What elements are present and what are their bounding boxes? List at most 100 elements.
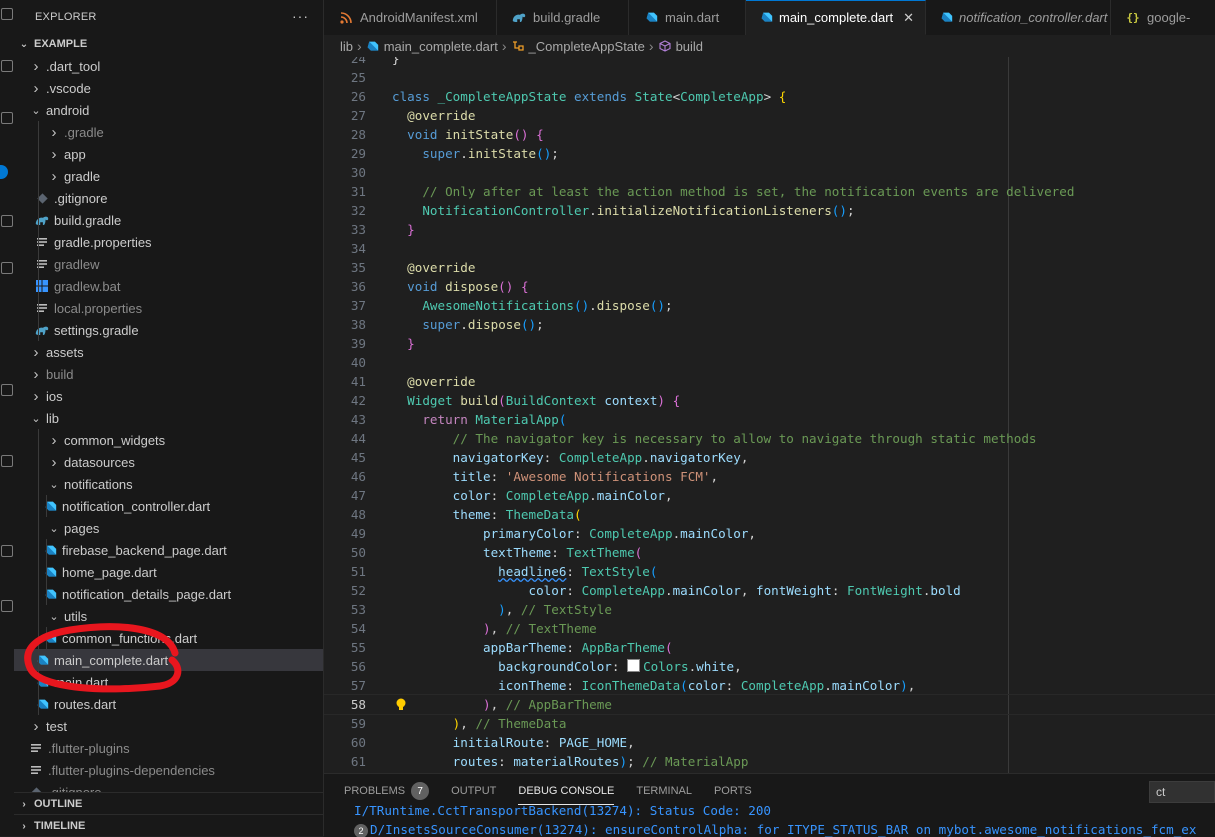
file-item[interactable]: gradlew xyxy=(14,253,323,275)
search-icon[interactable] xyxy=(1,60,13,72)
repeat-count-badge: 2 xyxy=(354,824,368,837)
line-number: 58 xyxy=(324,695,366,714)
file-item[interactable]: routes.dart xyxy=(14,693,323,715)
docker-icon[interactable] xyxy=(1,600,13,612)
file-item[interactable]: home_page.dart xyxy=(14,561,323,583)
chevron-down-icon: ⌄ xyxy=(46,478,62,491)
code-token: } xyxy=(392,57,400,66)
code-token: : xyxy=(566,564,581,579)
editor-tab[interactable]: {}google- xyxy=(1111,0,1215,35)
indent-guide xyxy=(38,671,39,693)
code-token: ( xyxy=(574,507,582,522)
tree-item-label: routes.dart xyxy=(54,697,116,712)
flutter-icon[interactable] xyxy=(1,545,13,557)
editor-tab[interactable]: main.dart xyxy=(629,0,746,35)
remote-explorer-icon[interactable] xyxy=(1,455,13,467)
folder-item[interactable]: ›.vscode xyxy=(14,77,323,99)
folder-item[interactable]: ⌄notifications xyxy=(14,473,323,495)
folder-item[interactable]: ›.dart_tool xyxy=(14,55,323,77)
folder-item[interactable]: ›build xyxy=(14,363,323,385)
folder-item[interactable]: ›datasources xyxy=(14,451,323,473)
chevron-right-icon: › xyxy=(14,821,34,832)
filter-input[interactable]: ct xyxy=(1149,781,1215,803)
workspace-section-header[interactable]: ⌄ EXAMPLE xyxy=(14,33,323,55)
code-text: initialRoute: PAGE_HOME, xyxy=(392,733,635,752)
folder-item[interactable]: ⌄android xyxy=(14,99,323,121)
dart-icon xyxy=(760,10,773,26)
close-icon[interactable]: ✕ xyxy=(903,10,914,26)
dart-file-icon xyxy=(42,498,58,514)
file-item[interactable]: local.properties xyxy=(14,297,323,319)
breadcrumb-item[interactable]: main_complete.dart xyxy=(384,39,498,54)
file-item[interactable]: common_functions.dart xyxy=(14,627,323,649)
color-swatch-icon[interactable] xyxy=(627,659,640,672)
panel-tab-label: TERMINAL xyxy=(636,785,692,797)
code-line: 36 void dispose() { xyxy=(324,277,1215,296)
breadcrumb-item[interactable]: build xyxy=(676,39,703,54)
text-file-icon xyxy=(34,234,50,250)
code-token: theme xyxy=(453,507,491,522)
file-item[interactable]: main_complete.dart xyxy=(14,649,323,671)
file-item[interactable]: .flutter-plugins xyxy=(14,737,323,759)
tree-item-label: gradle.properties xyxy=(54,235,152,250)
code-token: extends xyxy=(574,89,635,104)
testing-icon[interactable] xyxy=(1,384,13,396)
timeline-section-header[interactable]: › TIMELINE xyxy=(14,814,323,836)
folder-item[interactable]: ›.gradle xyxy=(14,121,323,143)
code-line: 31 // Only after at least the action met… xyxy=(324,182,1215,201)
tab-label: google- xyxy=(1147,10,1190,25)
code-line: 40 xyxy=(324,353,1215,372)
outline-section-header[interactable]: › OUTLINE xyxy=(14,792,323,815)
file-item[interactable]: notification_details_page.dart xyxy=(14,583,323,605)
run-debug-icon[interactable] xyxy=(1,215,13,227)
folder-item[interactable]: ›ios xyxy=(14,385,323,407)
tree-item-label: pages xyxy=(64,521,99,536)
editor-tab[interactable]: build.gradle xyxy=(497,0,629,35)
code-token: : xyxy=(832,583,847,598)
editor-tab[interactable]: notification_controller.dart xyxy=(926,0,1111,35)
folder-item[interactable]: ›common_widgets xyxy=(14,429,323,451)
editor-tab[interactable]: main_complete.dart✕ xyxy=(746,0,926,35)
breadcrumb-item[interactable]: _CompleteAppState xyxy=(529,39,645,54)
file-item[interactable]: build.gradle xyxy=(14,209,323,231)
extensions-icon[interactable] xyxy=(1,262,13,274)
line-number: 31 xyxy=(324,182,366,201)
files-icon[interactable] xyxy=(1,8,13,20)
code-token: ; xyxy=(536,317,544,332)
file-item[interactable]: .flutter-plugins-dependencies xyxy=(14,759,323,781)
tree-item-label: .flutter-plugins-dependencies xyxy=(48,763,215,778)
code-text: NotificationController.initializeNotific… xyxy=(392,201,855,220)
text-file-icon xyxy=(28,762,44,778)
folder-item[interactable]: ›gradle xyxy=(14,165,323,187)
chevron-right-icon: › xyxy=(649,38,654,54)
code-token: // The navigator key is necessary to all… xyxy=(453,431,1037,446)
file-item[interactable]: gradlew.bat xyxy=(14,275,323,297)
code-token: initState xyxy=(468,146,536,161)
chevron-right-icon: › xyxy=(46,168,62,185)
file-item[interactable]: firebase_backend_page.dart xyxy=(14,539,323,561)
code-token: : xyxy=(544,450,559,465)
folder-item[interactable]: ⌄utils xyxy=(14,605,323,627)
line-number: 61 xyxy=(324,752,366,771)
line-number: 34 xyxy=(324,239,366,258)
file-item[interactable]: notification_controller.dart xyxy=(14,495,323,517)
file-item[interactable]: gradle.properties xyxy=(14,231,323,253)
file-item[interactable]: settings.gradle xyxy=(14,319,323,341)
code-token: . xyxy=(665,583,673,598)
folder-item[interactable]: ⌄pages xyxy=(14,517,323,539)
code-editor[interactable]: 24}2526class _CompleteAppState extends S… xyxy=(324,57,1215,773)
code-token: ( xyxy=(650,564,658,579)
code-token: State xyxy=(635,89,673,104)
source-control-icon[interactable] xyxy=(1,112,13,124)
more-actions-icon[interactable]: ··· xyxy=(292,8,309,24)
file-item[interactable]: .gitignore xyxy=(14,187,323,209)
line-number: 57 xyxy=(324,676,366,695)
folder-item[interactable]: ⌄lib xyxy=(14,407,323,429)
folder-item[interactable]: ›assets xyxy=(14,341,323,363)
folder-item[interactable]: ›app xyxy=(14,143,323,165)
folder-item[interactable]: ›test xyxy=(14,715,323,737)
code-token xyxy=(665,393,673,408)
editor-tab[interactable]: AndroidManifest.xml xyxy=(324,0,497,35)
file-item[interactable]: main.dart xyxy=(14,671,323,693)
breadcrumb-item[interactable]: lib xyxy=(340,39,353,54)
